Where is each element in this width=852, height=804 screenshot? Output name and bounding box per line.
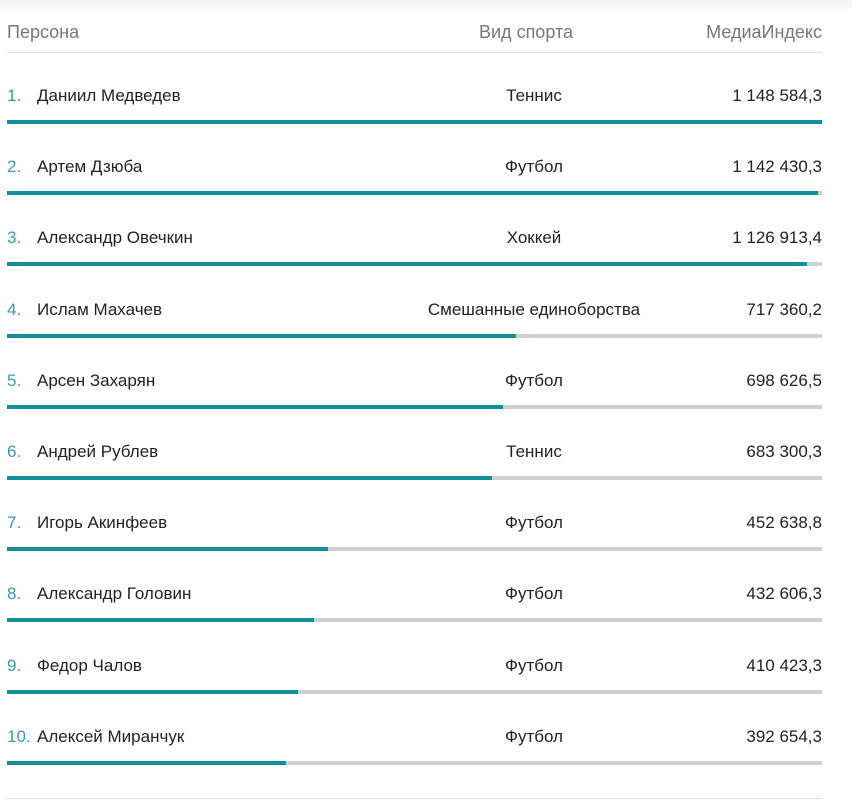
index-bar-fill (7, 120, 822, 124)
media-index-value: 410 423,3 (746, 655, 822, 675)
rank-number: 9. (7, 655, 22, 675)
person-name: Артем Дзюба (37, 157, 143, 177)
sport-name: Футбол (505, 726, 563, 746)
index-bar-fill (7, 404, 503, 409)
sport-name: Футбол (505, 157, 563, 177)
media-index-value: 432 606,3 (746, 584, 822, 604)
table-row[interactable]: 8. Александр Головин Футбол 432 606,3 (7, 580, 822, 651)
table-header: Персона Вид спорта МедиаИндекс (7, 20, 822, 53)
sport-name: Футбол (505, 584, 563, 604)
index-bar-fill (7, 191, 818, 196)
person-name: Игорь Акинфеев (37, 513, 168, 533)
index-bar-track (7, 262, 822, 267)
rank-number: 10. (7, 726, 31, 746)
sport-name: Хоккей (506, 228, 562, 248)
index-bar-track (7, 120, 822, 124)
media-index-value: 392 654,3 (746, 726, 822, 746)
sport-name: Футбол (505, 655, 563, 675)
media-index-value: 1 126 913,4 (732, 228, 822, 248)
column-header-person[interactable]: Персона (7, 22, 79, 43)
table-row[interactable]: 6. Андрей Рублев Теннис 683 300,3 (7, 438, 822, 509)
index-bar-track (7, 333, 822, 338)
footer-divider (7, 798, 822, 799)
sport-name: Футбол (505, 370, 563, 390)
table-row[interactable]: 3. Александр Овечкин Хоккей 1 126 913,4 (7, 224, 822, 295)
index-bar-fill (7, 262, 807, 267)
column-header-media-index[interactable]: МедиаИндекс (706, 22, 822, 43)
media-index-value: 1 148 584,3 (732, 86, 822, 105)
table-row[interactable]: 5. Арсен Захарян Футбол 698 626,5 (7, 367, 822, 438)
table-row[interactable]: 2. Артем Дзюба Футбол 1 142 430,3 (7, 153, 822, 224)
index-bar-track (7, 618, 822, 623)
sport-name: Футбол (505, 513, 563, 533)
sport-name: Смешанные единоборства (427, 299, 641, 319)
index-bar-fill (7, 618, 314, 623)
table-row[interactable]: 10. Алексей Миранчук Футбол 392 654,3 (7, 723, 822, 794)
media-index-value: 717 360,2 (746, 299, 822, 319)
person-name: Ислам Махачев (37, 299, 163, 319)
media-index-value: 698 626,5 (746, 370, 822, 390)
index-bar-track (7, 191, 822, 196)
person-name: Андрей Рублев (37, 441, 159, 461)
rank-number: 3. (7, 228, 22, 248)
person-name: Федор Чалов (37, 655, 142, 675)
rank-number: 8. (7, 584, 22, 604)
index-bar-fill (7, 689, 299, 694)
person-name: Арсен Захарян (37, 370, 156, 390)
sport-name: Теннис (506, 441, 562, 461)
index-bar-fill (7, 760, 286, 765)
index-bar-track (7, 404, 822, 409)
index-bar-fill (7, 333, 517, 338)
index-bar-track (7, 547, 822, 552)
column-header-sport[interactable]: Вид спорта (479, 22, 573, 43)
table-row[interactable]: 7. Игорь Акинфеев Футбол 452 638,8 (7, 509, 822, 580)
table-row[interactable]: 1. Даниил Медведев Теннис 1 148 584,3 (7, 82, 822, 153)
ranking-list: 1. Даниил Медведев Теннис 1 148 584,3 2.… (7, 82, 822, 794)
table-row[interactable]: 4. Ислам Махачев Смешанные единоборства … (7, 296, 822, 367)
rank-number: 5. (7, 370, 22, 390)
media-index-value: 683 300,3 (746, 441, 822, 461)
person-name: Даниил Медведев (37, 86, 181, 105)
rank-number: 1. (7, 86, 22, 105)
rank-number: 7. (7, 513, 22, 533)
person-name: Александр Овечкин (37, 228, 193, 248)
person-name: Алексей Миранчук (37, 726, 185, 746)
media-index-value: 452 638,8 (746, 513, 822, 533)
rank-number: 6. (7, 441, 22, 461)
table-row[interactable]: 9. Федор Чалов Футбол 410 423,3 (7, 652, 822, 723)
person-name: Александр Головин (37, 584, 192, 604)
index-bar-fill (7, 475, 492, 480)
index-bar-fill (7, 547, 329, 552)
top-shade (0, 0, 852, 14)
rank-number: 2. (7, 157, 22, 177)
index-bar-track (7, 760, 822, 765)
index-bar-track (7, 689, 822, 694)
media-index-value: 1 142 430,3 (732, 157, 822, 177)
rank-number: 4. (7, 299, 22, 319)
index-bar-track (7, 475, 822, 480)
sport-name: Теннис (506, 86, 562, 105)
